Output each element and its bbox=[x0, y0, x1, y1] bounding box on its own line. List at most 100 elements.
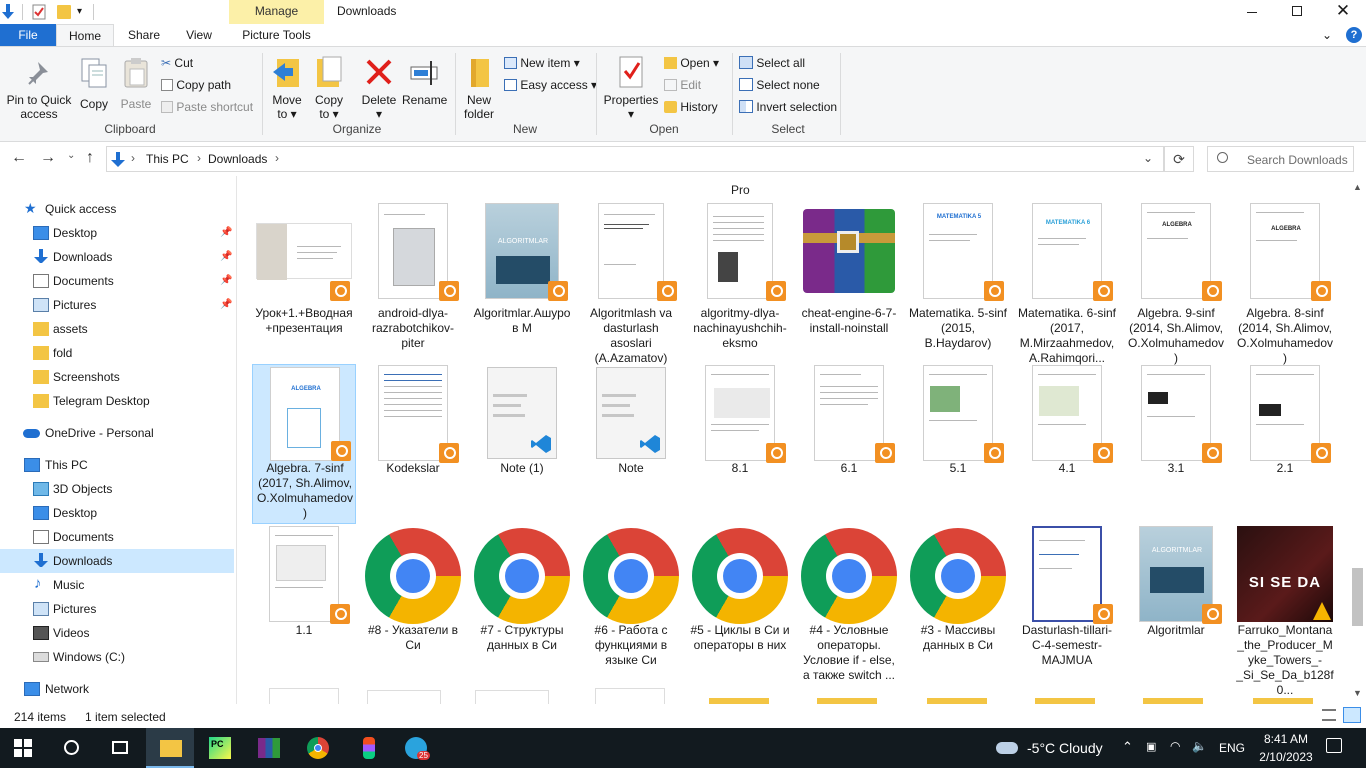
scroll-down-arrow-icon[interactable]: ▼ bbox=[1353, 688, 1362, 698]
taskbar-file-explorer[interactable] bbox=[146, 728, 194, 768]
file-item[interactable]: MATEMATIKA 5 Matematika. 5-sinf (2015, B… bbox=[906, 203, 1010, 359]
tab-share[interactable]: Share bbox=[118, 24, 170, 46]
nav-quick-fold[interactable]: fold bbox=[0, 341, 234, 365]
maximize-button[interactable] bbox=[1276, 0, 1322, 24]
scrollbar-thumb[interactable] bbox=[1352, 568, 1363, 626]
help-icon[interactable]: ? bbox=[1346, 27, 1362, 43]
file-item[interactable]: android-dlya-razrabotchikov-piter bbox=[361, 203, 465, 359]
nav-quick-telegram-desktop[interactable]: Telegram Desktop bbox=[0, 389, 234, 413]
nav-pc-downloads[interactable]: Downloads bbox=[0, 549, 234, 573]
nav-quick-screenshots[interactable]: Screenshots bbox=[0, 365, 234, 389]
notification-icon[interactable] bbox=[1326, 738, 1342, 753]
input-language[interactable]: ENG bbox=[1219, 741, 1245, 755]
tab-view[interactable]: View bbox=[174, 24, 224, 46]
search-box[interactable]: Search Downloads bbox=[1207, 146, 1354, 172]
select-none-button[interactable]: Select none bbox=[739, 77, 820, 93]
minimize-button[interactable] bbox=[1230, 0, 1276, 24]
file-item-partial[interactable] bbox=[595, 688, 665, 704]
file-item[interactable]: #4 - Условные операторы. Условие if - el… bbox=[797, 526, 901, 686]
breadcrumb-this-pc[interactable]: This PC bbox=[146, 152, 189, 166]
new-folder-button[interactable]: New folder bbox=[458, 55, 500, 121]
open-button[interactable]: Open ▾ bbox=[664, 55, 719, 71]
file-item[interactable]: MATEMATIKA 6 Matematika. 6-sinf (2017, M… bbox=[1015, 203, 1119, 365]
volume-icon[interactable]: 🔈 bbox=[1192, 739, 1207, 753]
file-item[interactable]: 5.1 bbox=[906, 365, 1010, 521]
file-item[interactable]: #3 - Массивы данных в Си bbox=[906, 526, 1010, 686]
manage-contextual-tab[interactable]: Manage bbox=[229, 0, 324, 24]
new-folder-icon[interactable] bbox=[57, 5, 71, 19]
file-item[interactable]: #7 - Структуры данных в Си bbox=[470, 526, 574, 686]
copy-path-button[interactable]: Copy path bbox=[161, 77, 231, 93]
nav-onedrive[interactable]: OneDrive - Personal bbox=[0, 421, 234, 445]
file-item[interactable]: ALGEBRA Algebra. 9-sinf (2014, Sh.Alimov… bbox=[1124, 203, 1228, 365]
taskbar-chrome[interactable] bbox=[294, 728, 342, 768]
recent-locations-chevron-icon[interactable]: ⌄ bbox=[67, 150, 75, 161]
scroll-up-arrow-icon[interactable]: ▲ bbox=[1353, 182, 1362, 192]
tab-home[interactable]: Home bbox=[56, 24, 114, 47]
file-item[interactable]: algoritmy-dlya-nachinayushchih-eksmo bbox=[688, 203, 792, 359]
nav-pc-videos[interactable]: Videos bbox=[0, 621, 234, 645]
file-item[interactable]: #8 - Указатели в Си bbox=[361, 526, 465, 686]
copy-to-button[interactable]: Copy to ▾ bbox=[310, 55, 348, 121]
taskbar-winrar[interactable] bbox=[244, 728, 292, 768]
clock-date[interactable]: 2/10/2023 bbox=[1254, 750, 1318, 764]
file-item-partial[interactable] bbox=[269, 688, 339, 704]
file-item[interactable]: #5 - Циклы в Си и операторы в них bbox=[688, 526, 792, 686]
pin-to-quick-access-button[interactable]: Pin to Quick access bbox=[4, 59, 74, 121]
weather-text[interactable]: -5°C Cloudy bbox=[1027, 740, 1103, 756]
details-view-icon[interactable] bbox=[1322, 709, 1336, 721]
file-item[interactable]: Dasturlash-tillari-C-4-semestr-MAJMUA bbox=[1015, 526, 1119, 686]
paste-shortcut-button[interactable]: Paste shortcut bbox=[161, 99, 253, 115]
breadcrumb-downloads[interactable]: Downloads bbox=[208, 152, 267, 166]
edit-button[interactable]: Edit bbox=[664, 77, 701, 93]
file-item[interactable]: Note bbox=[579, 365, 683, 521]
new-item-button[interactable]: New item ▾ bbox=[504, 55, 580, 71]
easy-access-button[interactable]: Easy access ▾ bbox=[504, 77, 597, 93]
move-to-button[interactable]: Move to ▾ bbox=[268, 55, 306, 121]
nav-quick-documents[interactable]: Documents 📌 bbox=[0, 269, 234, 293]
properties-button[interactable]: Properties ▾ bbox=[602, 55, 660, 121]
nav-pc-3d-objects[interactable]: 3D Objects bbox=[0, 477, 234, 501]
nav-pc-desktop[interactable]: Desktop bbox=[0, 501, 234, 525]
close-button[interactable]: ✕ bbox=[1320, 0, 1366, 24]
nav-pc-windows-c[interactable]: Windows (C:) bbox=[0, 645, 234, 669]
large-icons-view-icon[interactable] bbox=[1343, 707, 1361, 723]
vertical-scrollbar[interactable]: ▲ ▼ bbox=[1349, 176, 1366, 704]
cut-button[interactable]: ✂ Cut bbox=[161, 55, 193, 71]
show-hidden-icons-chevron-icon[interactable]: ⌃ bbox=[1122, 739, 1133, 755]
invert-selection-button[interactable]: Invert selection bbox=[739, 99, 837, 115]
file-item[interactable]: cheat-engine-6-7-install-noinstall bbox=[797, 203, 901, 359]
file-item[interactable]: SI SE DA Farruko_Montana_the_Producer_My… bbox=[1233, 526, 1337, 697]
file-item[interactable]: ALGEBRA Algebra. 8-sinf (2014, Sh.Alimov… bbox=[1233, 203, 1337, 365]
nav-pc-documents[interactable]: Documents bbox=[0, 525, 234, 549]
file-item[interactable]: 4.1 bbox=[1015, 365, 1119, 521]
file-item[interactable]: ALGORITMLAR Algoritmlar bbox=[1124, 526, 1228, 686]
taskbar-figma[interactable] bbox=[344, 728, 392, 768]
nav-quick-downloads[interactable]: Downloads 📌 bbox=[0, 245, 234, 269]
file-item[interactable]: 2.1 bbox=[1233, 365, 1337, 521]
meet-now-icon[interactable]: ▣ bbox=[1146, 740, 1156, 753]
file-item[interactable]: 3.1 bbox=[1124, 365, 1228, 521]
nav-pc-music[interactable]: ♪ Music bbox=[0, 573, 234, 597]
file-item[interactable]: ALGORITMLAR Algoritmlar.Ашуров М bbox=[470, 203, 574, 359]
address-box[interactable]: › This PC › Downloads › ⌄ bbox=[106, 146, 1164, 172]
file-item[interactable]: 8.1 bbox=[688, 365, 792, 521]
customize-qat-chevron-icon[interactable]: ▾ bbox=[77, 6, 82, 17]
properties-check-icon[interactable] bbox=[32, 4, 46, 20]
nav-pc-pictures[interactable]: Pictures bbox=[0, 597, 234, 621]
file-item[interactable]: Note (1) bbox=[470, 365, 574, 521]
tab-picture-tools[interactable]: Picture Tools bbox=[229, 24, 324, 46]
refresh-button[interactable]: ⟳ bbox=[1164, 146, 1194, 172]
wifi-icon[interactable]: ◠ bbox=[1170, 739, 1180, 753]
paste-button[interactable]: Paste bbox=[116, 57, 156, 111]
start-button[interactable] bbox=[0, 728, 48, 768]
taskbar-telegram[interactable]: 25 bbox=[392, 728, 440, 768]
select-all-button[interactable]: Select all bbox=[739, 55, 805, 71]
nav-quick-assets[interactable]: assets bbox=[0, 317, 234, 341]
rename-button[interactable]: Rename bbox=[402, 55, 447, 107]
clock-time[interactable]: 8:41 AM bbox=[1260, 732, 1312, 746]
nav-network[interactable]: Network bbox=[0, 677, 234, 701]
file-item[interactable]: Algoritmlash va dasturlash asoslari (A.A… bbox=[579, 203, 683, 365]
file-item[interactable]: Урок+1.+Вводная+презентация bbox=[252, 203, 356, 359]
forward-arrow-icon[interactable]: → bbox=[40, 149, 56, 167]
